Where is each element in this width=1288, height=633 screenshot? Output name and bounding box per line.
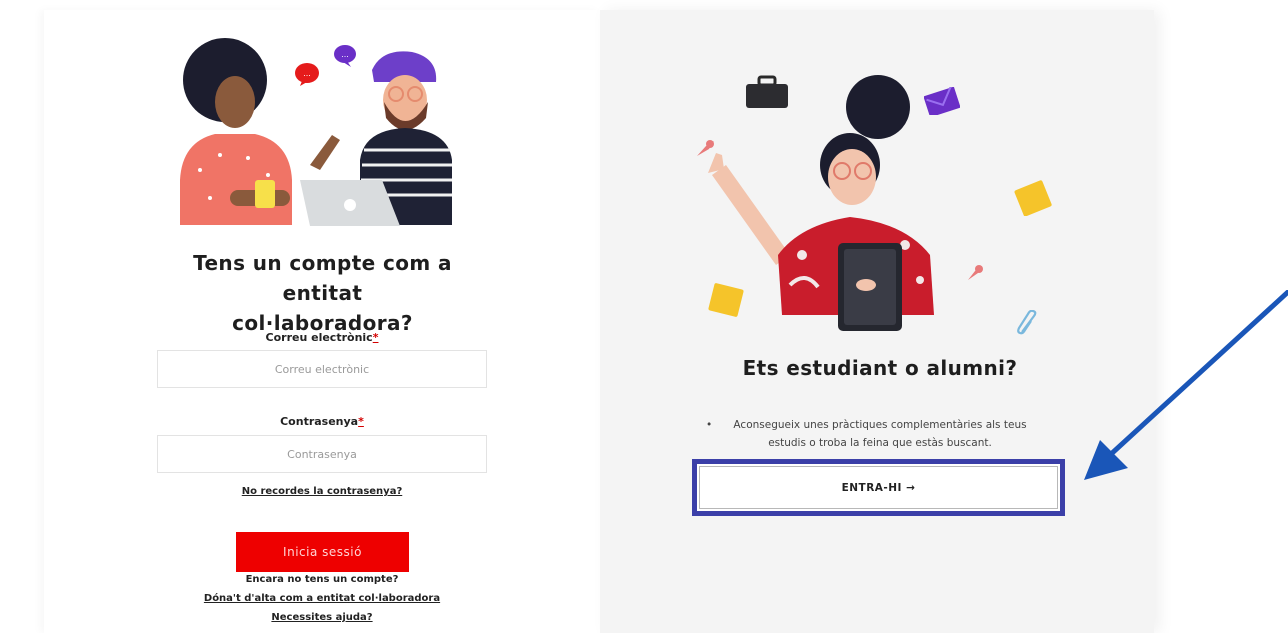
chat-bubble-icon: ...	[334, 45, 356, 67]
svg-text:...: ...	[303, 69, 311, 78]
annotation-arrow	[1084, 290, 1288, 480]
partner-illustration	[180, 38, 452, 226]
forgot-password-link[interactable]: No recordes la contrasenya?	[157, 486, 487, 497]
email-field[interactable]	[157, 350, 487, 388]
partner-heading: Tens un compte com a entitat col·laborad…	[193, 251, 452, 335]
chat-bubble-icon: ...	[295, 63, 319, 86]
enter-button[interactable]: ENTRA-HI →	[699, 466, 1058, 509]
sticky-note-icon	[1014, 180, 1052, 216]
email-label: Correu electrònic*	[265, 331, 379, 344]
help-link[interactable]: Necessites ajuda?	[157, 612, 487, 623]
student-benefits-text: • Aconsegueix unes pràctiques complement…	[706, 419, 1027, 449]
student-heading: Ets estudiant o alumni?	[742, 356, 1018, 380]
password-label: Contrasenya*	[280, 415, 364, 428]
register-partner-link[interactable]: Dóna't d'alta com a entitat col·laborado…	[157, 593, 487, 604]
svg-text:...: ...	[341, 50, 349, 59]
envelope-icon	[924, 87, 960, 115]
password-field[interactable]	[157, 435, 487, 473]
pushpin-icon	[697, 140, 714, 156]
login-button[interactable]: Inicia sessió	[236, 532, 409, 572]
paperclip-icon	[1017, 310, 1037, 335]
pushpin-icon	[968, 265, 983, 280]
sticky-note-icon	[708, 283, 744, 317]
no-account-text: Encara no tens un compte?	[245, 574, 399, 585]
suitcase-icon	[746, 75, 788, 108]
